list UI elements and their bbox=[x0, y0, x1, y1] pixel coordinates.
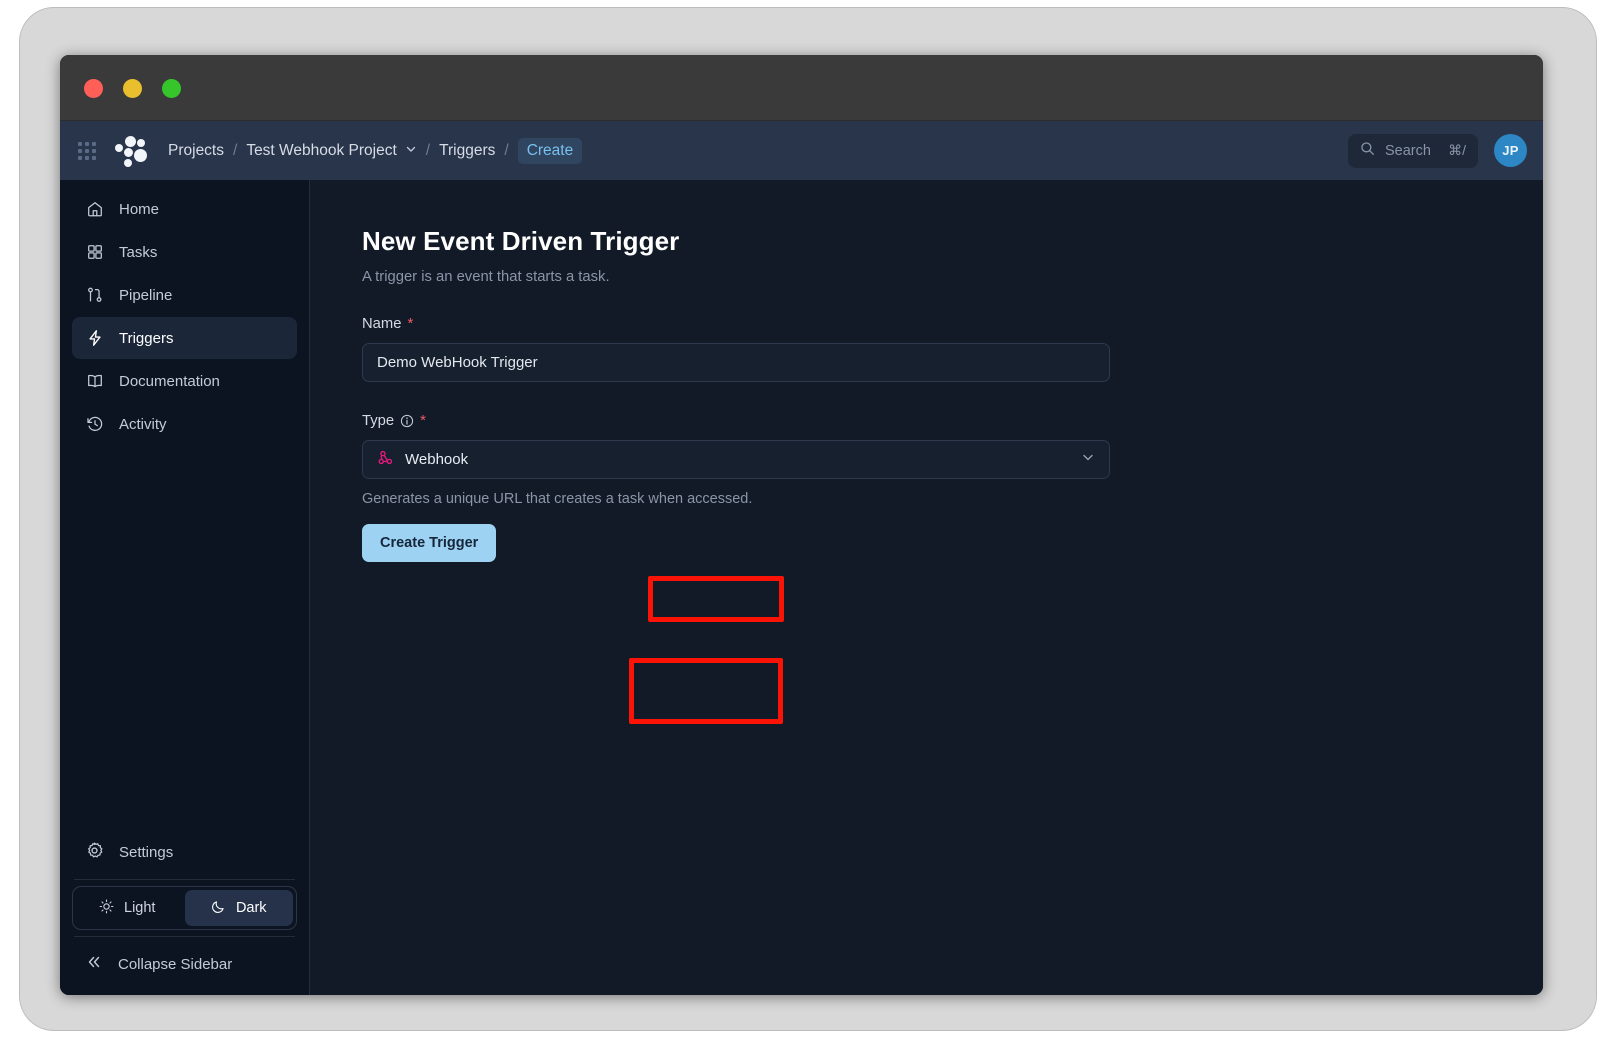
sidebar-item-home[interactable]: Home bbox=[72, 188, 297, 230]
open-book-icon bbox=[85, 372, 104, 391]
sidebar-bottom-group: Settings bbox=[60, 831, 309, 995]
close-window-button[interactable] bbox=[84, 79, 103, 98]
breadcrumb-separator-2: / bbox=[426, 142, 430, 160]
annotation-box-create-trigger bbox=[629, 658, 783, 724]
theme-dark-label: Dark bbox=[236, 900, 267, 916]
breadcrumb-separator-3: / bbox=[504, 142, 508, 160]
moon-icon bbox=[211, 899, 226, 918]
sidebar-item-label: Documentation bbox=[119, 373, 220, 390]
app-window: Projects / Test Webhook Project / Trigge… bbox=[60, 55, 1543, 995]
collapse-sidebar-button[interactable]: Collapse Sidebar bbox=[72, 943, 297, 985]
sidebar-nav-list: Home Tasks bbox=[60, 180, 309, 446]
avatar[interactable]: JP bbox=[1494, 134, 1527, 167]
breadcrumb-separator: / bbox=[233, 142, 237, 160]
sidebar-item-label: Settings bbox=[119, 844, 173, 861]
theme-toggle: Light Dark bbox=[72, 886, 297, 930]
minimize-window-button[interactable] bbox=[123, 79, 142, 98]
breadcrumb-item-triggers[interactable]: Triggers bbox=[439, 142, 495, 160]
app-body: Home Tasks bbox=[60, 180, 1543, 995]
breadcrumb: Projects / Test Webhook Project / Trigge… bbox=[168, 138, 582, 164]
sidebar-item-settings[interactable]: Settings bbox=[72, 831, 297, 873]
search-shortcut-hint: ⌘/ bbox=[1448, 142, 1466, 159]
required-marker: * bbox=[420, 412, 426, 429]
clearml-logo-icon[interactable] bbox=[114, 135, 148, 167]
lightning-bolt-icon bbox=[85, 329, 104, 348]
search-input[interactable]: Search ⌘/ bbox=[1348, 134, 1478, 168]
sidebar-item-tasks[interactable]: Tasks bbox=[72, 231, 297, 273]
grid-squares-icon bbox=[85, 243, 104, 262]
sidebar-item-triggers[interactable]: Triggers bbox=[72, 317, 297, 359]
window-titlebar bbox=[60, 55, 1543, 121]
clock-rewind-icon bbox=[85, 415, 104, 434]
info-circle-icon[interactable] bbox=[400, 414, 414, 428]
page-title: New Event Driven Trigger bbox=[362, 226, 1543, 257]
annotation-box-type-select bbox=[648, 576, 784, 622]
required-marker: * bbox=[407, 315, 413, 332]
sidebar-item-label: Triggers bbox=[119, 330, 173, 347]
type-field-label: Type bbox=[362, 413, 394, 429]
breadcrumb-item-project[interactable]: Test Webhook Project bbox=[246, 142, 396, 160]
name-input[interactable] bbox=[362, 343, 1110, 382]
zoom-window-button[interactable] bbox=[162, 79, 181, 98]
sun-icon bbox=[99, 899, 114, 918]
type-select-webhook-value: Webhook bbox=[405, 451, 468, 468]
main-content: New Event Driven Trigger A trigger is an… bbox=[310, 180, 1543, 995]
app-topbar: Projects / Test Webhook Project / Trigge… bbox=[60, 121, 1543, 180]
sidebar-item-documentation[interactable]: Documentation bbox=[72, 360, 297, 402]
breadcrumb-item-projects[interactable]: Projects bbox=[168, 142, 224, 160]
breadcrumb-item-create[interactable]: Create bbox=[518, 138, 583, 164]
sidebar: Home Tasks bbox=[60, 180, 310, 995]
create-trigger-button[interactable]: Create Trigger bbox=[362, 524, 496, 562]
name-field-label: Name bbox=[362, 316, 401, 332]
name-field-block: Name * bbox=[362, 315, 1543, 382]
home-icon bbox=[85, 200, 104, 219]
grid-dots-icon[interactable] bbox=[78, 142, 96, 160]
sidebar-item-label: Home bbox=[119, 201, 159, 218]
name-field-label-row: Name * bbox=[362, 315, 1543, 332]
type-field-label-row: Type * bbox=[362, 412, 1543, 429]
device-frame: Projects / Test Webhook Project / Trigge… bbox=[20, 8, 1596, 1030]
type-field-block: Type * bbox=[362, 412, 1543, 507]
divider-2 bbox=[74, 936, 295, 937]
theme-light-button[interactable]: Light bbox=[73, 887, 182, 929]
sidebar-item-label: Pipeline bbox=[119, 287, 172, 304]
sidebar-item-pipeline[interactable]: Pipeline bbox=[72, 274, 297, 316]
page-subtitle: A trigger is an event that starts a task… bbox=[362, 269, 1543, 285]
collapse-sidebar-label: Collapse Sidebar bbox=[118, 956, 232, 973]
theme-dark-button[interactable]: Dark bbox=[185, 890, 294, 926]
chevron-down-icon[interactable] bbox=[405, 142, 417, 160]
search-placeholder: Search bbox=[1385, 143, 1438, 159]
sidebar-item-activity[interactable]: Activity bbox=[72, 403, 297, 445]
webhook-icon bbox=[377, 449, 394, 471]
sidebar-item-label: Activity bbox=[119, 416, 167, 433]
gear-icon bbox=[85, 841, 104, 864]
divider bbox=[74, 879, 295, 880]
topbar-right-group: Search ⌘/ JP bbox=[1348, 134, 1543, 168]
type-helper-text: Generates a unique URL that creates a ta… bbox=[362, 491, 1543, 507]
search-icon bbox=[1360, 141, 1375, 161]
chevron-down-icon[interactable] bbox=[1081, 450, 1095, 469]
sidebar-item-label: Tasks bbox=[119, 244, 157, 261]
type-select[interactable]: Webhook bbox=[362, 440, 1110, 479]
pipeline-branch-icon bbox=[85, 286, 104, 305]
theme-light-label: Light bbox=[124, 900, 155, 916]
double-chevron-left-icon bbox=[85, 953, 103, 975]
